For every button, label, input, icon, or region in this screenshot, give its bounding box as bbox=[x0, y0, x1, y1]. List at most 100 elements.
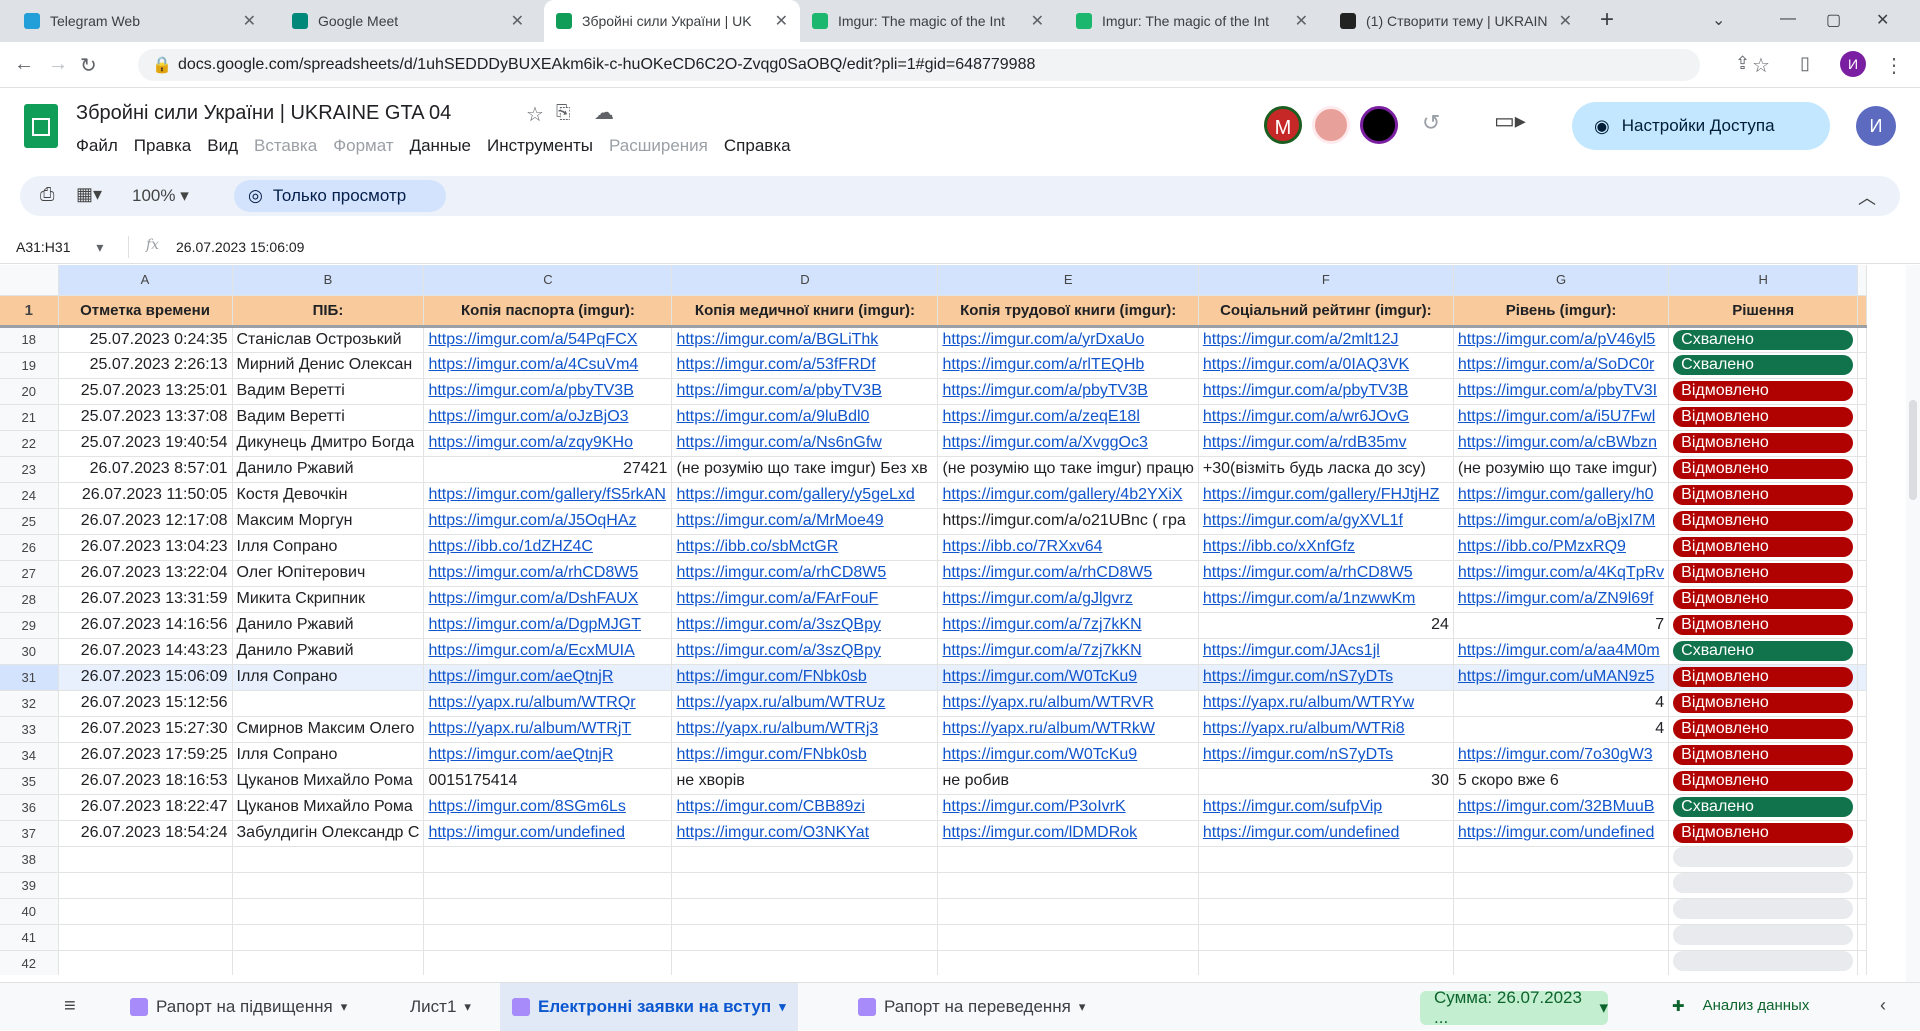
cell-c[interactable]: https://imgur.com/a/DgpMJGT bbox=[423, 612, 673, 639]
empty-cell[interactable] bbox=[671, 898, 939, 925]
row-number[interactable]: 28 bbox=[0, 586, 59, 613]
sum-summary-button[interactable]: Сумма: 26.07.2023 ... ▾ bbox=[1420, 988, 1608, 1027]
cell-c[interactable]: 0015175414 bbox=[423, 768, 673, 795]
cell-b[interactable]: Вадим Веретті bbox=[232, 378, 425, 405]
cell-g[interactable]: https://imgur.com/a/cBWbzn bbox=[1453, 430, 1670, 457]
cell-d[interactable]: не хворів bbox=[671, 768, 939, 795]
status-cell[interactable]: Відмовлено bbox=[1668, 768, 1859, 795]
cell-g[interactable]: https://ibb.co/PMzxRQ9 bbox=[1453, 534, 1670, 561]
column-header[interactable]: F bbox=[1198, 265, 1454, 296]
cell-e[interactable]: https://imgur.com/a/zeqE18l bbox=[937, 404, 1199, 431]
cell-link[interactable]: https://imgur.com/a/DgpMJGT bbox=[428, 616, 641, 633]
column-header[interactable]: E bbox=[937, 265, 1199, 296]
cell-d[interactable]: https://imgur.com/CBB89zi bbox=[671, 794, 939, 821]
row-number[interactable]: 30 bbox=[0, 638, 59, 665]
cell-g[interactable]: https://imgur.com/a/aa4M0m bbox=[1453, 638, 1670, 665]
cell-link[interactable]: https://imgur.com/a/oBjxI7M bbox=[1458, 512, 1655, 529]
status-chip[interactable]: Відмовлено bbox=[1673, 407, 1854, 427]
cell-e[interactable]: https://yapx.ru/album/WTRkW bbox=[937, 716, 1199, 743]
close-tab-icon[interactable]: ✕ bbox=[511, 11, 524, 31]
cell-g[interactable]: (не розумію що таке imgur) bbox=[1453, 456, 1670, 483]
cell-link[interactable]: https://imgur.com/a/BGLiThk bbox=[676, 331, 878, 348]
cell-link[interactable]: https://imgur.com/a/3szQBpy bbox=[676, 616, 881, 633]
header-cell[interactable]: Копія медичної книги (imgur): bbox=[671, 295, 939, 328]
cell-link[interactable]: https://imgur.com/P3oIvrK bbox=[942, 798, 1125, 815]
collaborator-avatar[interactable]: М bbox=[1264, 106, 1302, 144]
empty-cell[interactable] bbox=[1453, 872, 1670, 899]
kebab-menu-icon[interactable]: ⋮ bbox=[1884, 53, 1904, 78]
cell-f[interactable]: https://imgur.com/undefined bbox=[1198, 820, 1454, 847]
header-cell[interactable]: ПІБ: bbox=[232, 295, 425, 328]
zoom-select[interactable]: 100% ▾ bbox=[132, 186, 189, 206]
cell-link[interactable]: https://imgur.com/a/9luBdl0 bbox=[676, 408, 869, 425]
cell-link[interactable]: https://imgur.com/FNbk0sb bbox=[676, 668, 866, 685]
cell-g[interactable]: 4 bbox=[1453, 716, 1670, 743]
cell-link[interactable]: https://yapx.ru/album/WTRYw bbox=[1203, 694, 1414, 711]
row-number[interactable]: 19 bbox=[0, 352, 59, 379]
cell-link[interactable]: https://imgur.com/gallery/h0 bbox=[1458, 486, 1654, 503]
cell-b[interactable]: Станіслав Острозький bbox=[232, 326, 425, 353]
cell-link[interactable]: https://imgur.com/nS7yDTs bbox=[1203, 746, 1393, 763]
row-number[interactable]: 37 bbox=[0, 820, 59, 847]
browser-tab[interactable]: Google Meet ✕ bbox=[280, 0, 536, 42]
cell-link[interactable]: https://imgur.com/a/Ns6nGfw bbox=[676, 434, 881, 451]
status-chip[interactable]: Відмовлено bbox=[1673, 459, 1854, 479]
cell-a[interactable]: 26.07.2023 18:16:53 bbox=[58, 768, 233, 795]
cell-link[interactable]: https://imgur.com/a/J5OqHAz bbox=[428, 512, 636, 529]
cell-link[interactable]: https://imgur.com/a/rdB35mv bbox=[1203, 434, 1407, 451]
status-cell[interactable]: Схвалено bbox=[1668, 326, 1859, 353]
cell-a[interactable]: 26.07.2023 15:27:30 bbox=[58, 716, 233, 743]
row-number[interactable]: 20 bbox=[0, 378, 59, 405]
cell-e[interactable]: не робив bbox=[937, 768, 1199, 795]
cell-d[interactable]: https://imgur.com/a/3szQBpy bbox=[671, 638, 939, 665]
row-number[interactable]: 36 bbox=[0, 794, 59, 821]
row-number[interactable]: 22 bbox=[0, 430, 59, 457]
menu-item[interactable]: Файл bbox=[76, 136, 118, 156]
browser-tab[interactable]: Imgur: The magic of the Int ✕ bbox=[1064, 0, 1320, 42]
browser-tab[interactable]: Збройні сили України | UK ✕ bbox=[544, 0, 800, 42]
sheet-tab[interactable]: Лист1 ▾ bbox=[398, 983, 483, 1031]
row-number[interactable]: 42 bbox=[0, 950, 59, 975]
cell-a[interactable]: 25.07.2023 13:25:01 bbox=[58, 378, 233, 405]
empty-cell[interactable] bbox=[1198, 950, 1454, 975]
forward-icon[interactable]: → bbox=[48, 53, 68, 76]
cell-link[interactable]: https://imgur.com/a/rhCD8W5 bbox=[428, 564, 638, 581]
cell-link[interactable]: https://imgur.com/a/cBWbzn bbox=[1458, 434, 1657, 451]
cell-link[interactable]: https://imgur.com/a/ZN9l69f bbox=[1458, 590, 1654, 607]
cell-e[interactable]: https://imgur.com/a/7zj7kKN bbox=[937, 638, 1199, 665]
cell-b[interactable]: Забулдигін Олександр С bbox=[232, 820, 425, 847]
cell-f[interactable]: 24 bbox=[1198, 612, 1454, 639]
cell-d[interactable]: https://imgur.com/FNbk0sb bbox=[671, 664, 939, 691]
cell-link[interactable]: https://imgur.com/a/pbyTV3B bbox=[676, 382, 881, 399]
vertical-scrollbar[interactable] bbox=[1906, 265, 1920, 982]
empty-cell[interactable] bbox=[671, 924, 939, 951]
cell-f[interactable]: https://imgur.com/JAcs1jl bbox=[1198, 638, 1454, 665]
cell-c[interactable]: https://imgur.com/a/J5OqHAz bbox=[423, 508, 673, 535]
browser-tab[interactable]: (1) Створити тему | UKRAIN ✕ bbox=[1328, 0, 1584, 42]
cell-f[interactable]: https://imgur.com/a/0IAQ3VK bbox=[1198, 352, 1454, 379]
cell-link[interactable]: https://imgur.com/a/rhCD8W5 bbox=[942, 564, 1152, 581]
status-chip[interactable]: Схвалено bbox=[1673, 329, 1854, 350]
cell-link[interactable]: https://imgur.com/a/zeqE18l bbox=[942, 408, 1139, 425]
cell-link[interactable]: https://imgur.com/gallery/FHJtjHZ bbox=[1203, 486, 1440, 503]
cell-c[interactable]: https://imgur.com/undefined bbox=[423, 820, 673, 847]
cell-f[interactable]: https://imgur.com/nS7yDTs bbox=[1198, 742, 1454, 769]
cell-link[interactable]: https://imgur.com/undefined bbox=[1458, 824, 1655, 841]
row-number[interactable]: 41 bbox=[0, 924, 59, 951]
cell-e[interactable]: https://imgur.com/a/7zj7kKN bbox=[937, 612, 1199, 639]
cell-link[interactable]: https://imgur.com/8SGm6Ls bbox=[428, 798, 625, 815]
collaborator-avatar[interactable] bbox=[1360, 106, 1398, 144]
cell-g[interactable]: 4 bbox=[1453, 690, 1670, 717]
cell-b[interactable]: Дикунець Дмитро Богда bbox=[232, 430, 425, 457]
cell-link[interactable]: https://imgur.com/gallery/y5geLxd bbox=[676, 486, 914, 503]
cell-link[interactable]: https://imgur.com/a/0IAQ3VK bbox=[1203, 356, 1409, 373]
cell-c[interactable]: https://yapx.ru/album/WTRjT bbox=[423, 716, 673, 743]
empty-cell[interactable] bbox=[232, 846, 425, 873]
sheet-tab[interactable]: Рапорт на переведення ▾ bbox=[846, 983, 1097, 1031]
cell-d[interactable]: https://imgur.com/a/53fFRDf bbox=[671, 352, 939, 379]
cell-a[interactable]: 26.07.2023 14:43:23 bbox=[58, 638, 233, 665]
cell-link[interactable]: https://imgur.com/a/rhCD8W5 bbox=[1203, 564, 1413, 581]
cell-link[interactable]: https://imgur.com/a/54PqFCX bbox=[428, 331, 637, 348]
empty-cell[interactable] bbox=[937, 924, 1199, 951]
cell-e[interactable]: https://imgur.com/a/gJlgvrz bbox=[937, 586, 1199, 613]
